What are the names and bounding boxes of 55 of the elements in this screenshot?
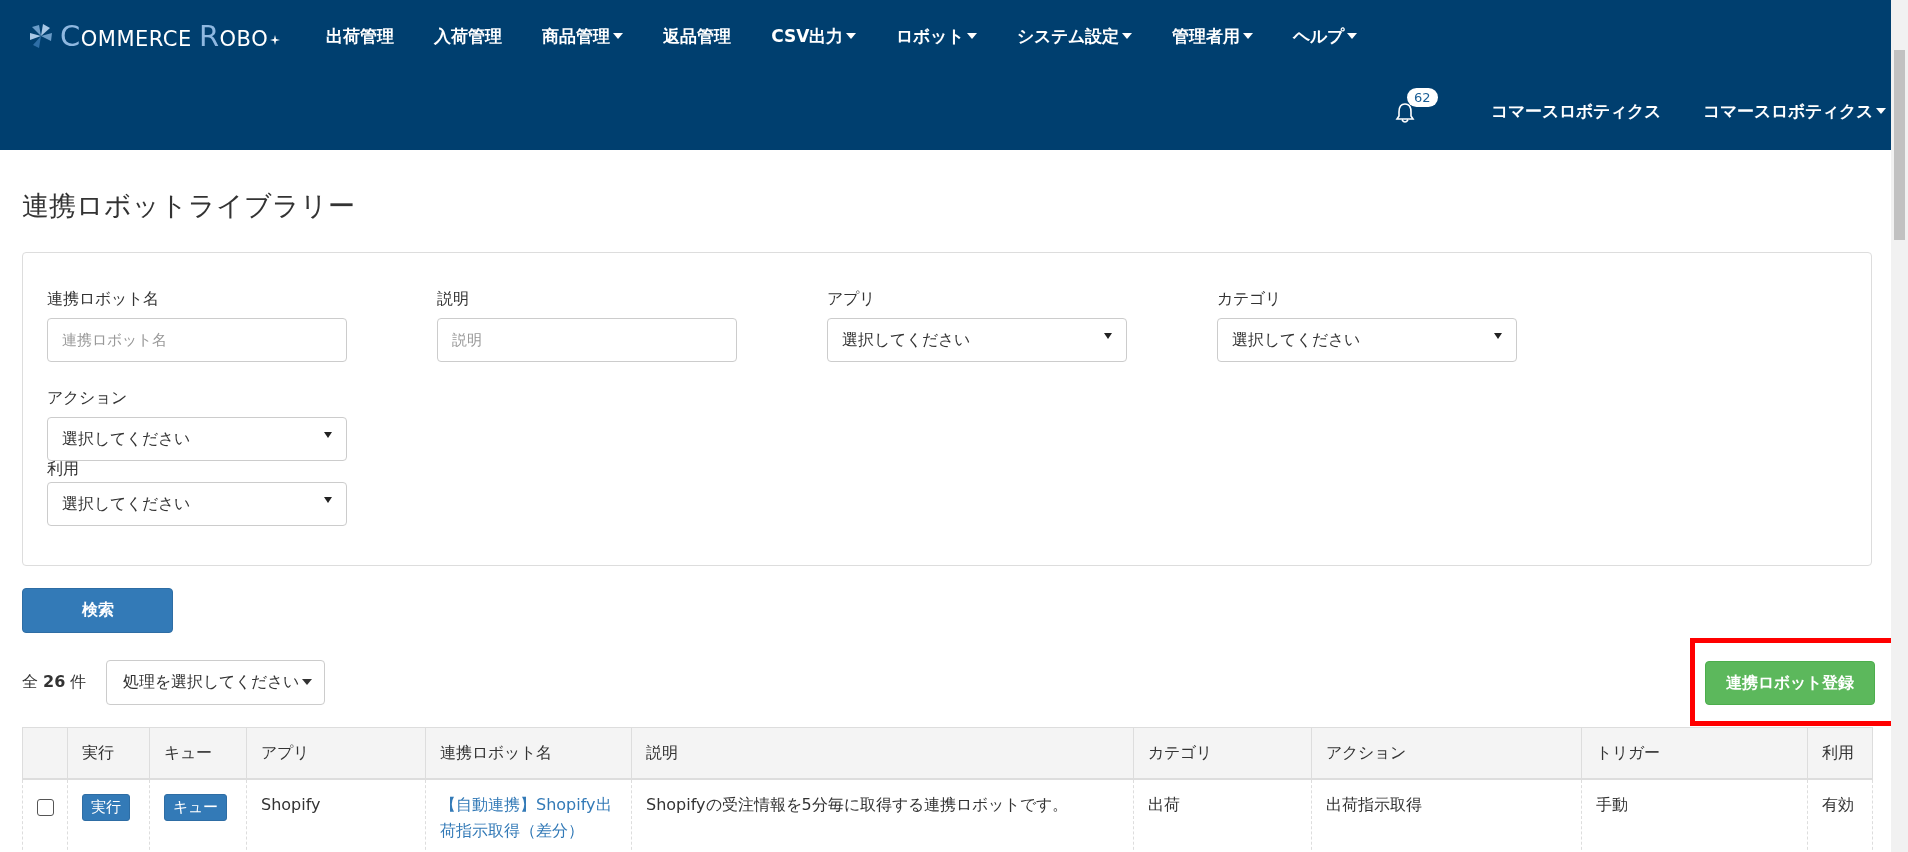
queue-button[interactable]: キュー: [164, 794, 227, 821]
column-header: 連携ロボット名: [440, 742, 552, 762]
select-field[interactable]: 選択してください: [1217, 318, 1517, 362]
nav-menu-item[interactable]: 商品管理: [522, 24, 644, 48]
user-menu-link[interactable]: コマースロボティクス: [1491, 99, 1661, 123]
caret-icon: [1104, 333, 1112, 339]
search-button[interactable]: 検索: [22, 588, 173, 633]
caret-icon: [324, 432, 332, 438]
field-label: アプリ: [827, 289, 876, 310]
brand-logo[interactable]: COMMERCE ROBO: [28, 19, 281, 53]
column-header: アクション: [1326, 742, 1406, 762]
nav-menu-item[interactable]: ロボット: [876, 24, 998, 48]
nav-menu-item[interactable]: システム設定: [997, 24, 1153, 48]
select-field[interactable]: 選択してください: [47, 417, 347, 461]
column-header: キュー: [164, 742, 212, 762]
sparkle-icon: [270, 35, 281, 45]
table-cell: 出荷: [1148, 795, 1180, 814]
text-input-field[interactable]: 説明: [437, 318, 737, 362]
select-field[interactable]: 選択してください: [827, 318, 1127, 362]
result-count: 全 26 件: [22, 671, 87, 693]
nav-menu-item[interactable]: 管理者用: [1152, 24, 1274, 48]
field-label: 利用: [47, 459, 80, 480]
table-cell: Shopify: [261, 795, 321, 814]
logo-icon: [28, 23, 54, 49]
select-field[interactable]: 選択してください: [47, 482, 347, 526]
nav-menu-item[interactable]: 返品管理: [643, 24, 752, 48]
caret-icon: [324, 497, 332, 503]
field-label: カテゴリ: [1217, 289, 1282, 310]
nav-menu-item[interactable]: 出荷管理: [306, 24, 415, 48]
field-label: 説明: [437, 289, 470, 310]
scrollbar[interactable]: [1891, 0, 1908, 852]
table-cell: 出荷指示取得: [1326, 795, 1422, 814]
bell-icon[interactable]: [1395, 102, 1415, 124]
nav-menu-item[interactable]: ヘルプ: [1273, 24, 1378, 48]
robot-name-link[interactable]: 【自動連携】Shopify出荷指示取得（差分）: [440, 792, 617, 844]
field-label: 連携ロボット名: [47, 289, 160, 310]
column-header: 説明: [646, 742, 678, 762]
field-label: アクション: [47, 388, 128, 409]
text-input-field[interactable]: 連携ロボット名: [47, 318, 347, 362]
column-header: 利用: [1822, 742, 1854, 762]
column-header: アプリ: [261, 742, 309, 762]
column-header: 実行: [82, 742, 114, 762]
bulk-action-dropdown[interactable]: 処理を選択してください: [106, 659, 326, 705]
nav-menu-item[interactable]: 入荷管理: [414, 24, 523, 48]
row-checkbox[interactable]: [37, 799, 54, 816]
page-title: 連携ロボットライブラリー: [22, 189, 356, 223]
table-cell: 有効: [1822, 795, 1854, 814]
table-cell: Shopifyの受注情報を5分毎に取得する連携ロボットです。: [646, 795, 1068, 814]
notification-count: 62: [1407, 88, 1438, 107]
table-cell: 手動: [1596, 795, 1628, 814]
column-header: トリガー: [1596, 742, 1660, 762]
column-header: カテゴリ: [1148, 742, 1212, 762]
run-button[interactable]: 実行: [82, 794, 130, 821]
caret-icon: [1494, 333, 1502, 339]
nav-menu-item[interactable]: CSV出力: [751, 24, 877, 48]
